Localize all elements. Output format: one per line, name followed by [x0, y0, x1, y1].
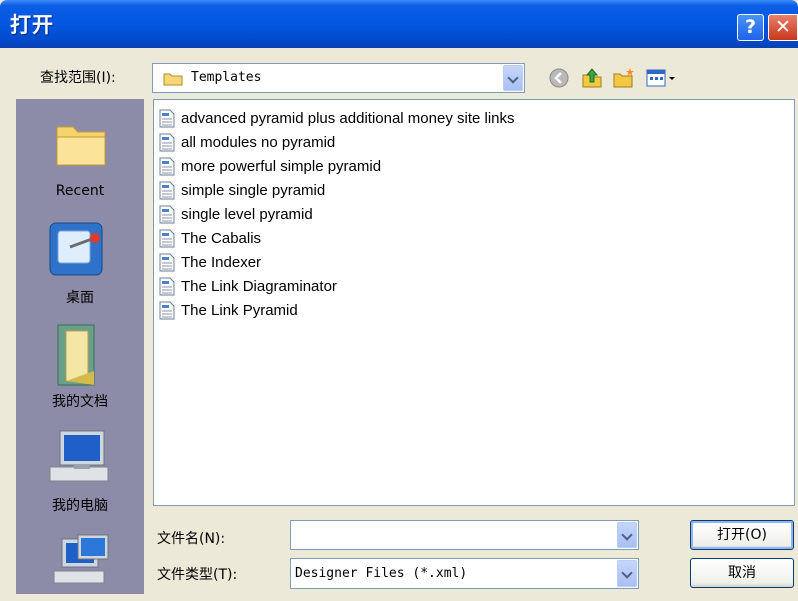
- xml-file-icon: [159, 205, 175, 224]
- up-folder-icon[interactable]: [580, 66, 604, 90]
- help-button[interactable]: ?: [737, 14, 764, 41]
- xml-file-icon: [159, 277, 175, 296]
- chevron-down-icon[interactable]: [617, 522, 637, 548]
- place-recent[interactable]: Recent: [16, 117, 144, 212]
- xml-file-icon: [159, 157, 175, 176]
- file-name: The Link Diagraminator: [181, 278, 337, 295]
- network-icon: [53, 534, 109, 584]
- file-name: The Link Pyramid: [181, 302, 298, 319]
- file-name: simple single pyramid: [181, 182, 326, 199]
- file-list[interactable]: advanced pyramid plus additional money s…: [153, 99, 795, 506]
- file-name: more powerful simple pyramid: [181, 158, 382, 175]
- new-folder-icon[interactable]: [612, 66, 636, 90]
- folder-icon: [56, 126, 106, 166]
- view-menu-icon[interactable]: [645, 66, 677, 90]
- desktop-icon: [49, 222, 103, 276]
- look-in-label: 查找范围(I):: [40, 70, 116, 86]
- xml-file-icon: [159, 181, 175, 200]
- window-title: 打开: [10, 13, 54, 37]
- file-type-value: Designer Files (*.xml): [295, 566, 468, 581]
- chevron-down-icon[interactable]: [617, 560, 637, 587]
- place-network[interactable]: [16, 533, 144, 593]
- file-name-dropdown[interactable]: [290, 520, 639, 550]
- place-label: 桌面: [66, 290, 94, 306]
- file-name: single level pyramid: [181, 206, 313, 223]
- folder-icon: [163, 73, 183, 86]
- xml-file-icon: [159, 301, 175, 320]
- my-computer-icon: [49, 430, 109, 482]
- cancel-button[interactable]: 取消: [690, 558, 794, 588]
- places-bar: Recent 桌面 我的文档 我的电脑: [16, 99, 144, 594]
- title-bar[interactable]: 打开 ? ✕: [0, 0, 798, 48]
- xml-file-icon: [159, 109, 175, 128]
- xml-file-icon: [159, 253, 175, 272]
- file-name: advanced pyramid plus additional money s…: [181, 110, 515, 127]
- xml-file-icon: [159, 133, 175, 152]
- file-name: The Cabalis: [181, 230, 262, 247]
- chevron-down-icon[interactable]: [503, 65, 523, 91]
- open-dialog: 打开 ? ✕ 查找范围(I): Templates Recent 桌面 我的文档…: [0, 0, 798, 601]
- back-icon[interactable]: [547, 66, 571, 90]
- look-in-dropdown[interactable]: Templates: [152, 63, 525, 93]
- file-type-label: 文件类型(T):: [157, 567, 238, 583]
- file-type-dropdown[interactable]: Designer Files (*.xml): [290, 558, 639, 589]
- file-name-label: 文件名(N):: [157, 531, 226, 547]
- file-name-input[interactable]: [295, 525, 599, 547]
- open-button[interactable]: 打开(O): [690, 520, 794, 550]
- my-documents-icon: [57, 324, 95, 386]
- place-label: 我的电脑: [52, 498, 108, 514]
- place-label: Recent: [55, 183, 105, 199]
- xml-file-icon: [159, 229, 175, 248]
- file-name: The Indexer: [181, 254, 262, 271]
- place-desktop[interactable]: 桌面: [16, 219, 144, 314]
- place-label: 我的文档: [52, 394, 108, 410]
- file-name: all modules no pyramid: [181, 134, 336, 151]
- close-button[interactable]: ✕: [768, 14, 798, 41]
- place-my-computer[interactable]: 我的电脑: [16, 427, 144, 522]
- look-in-value: Templates: [191, 70, 262, 85]
- place-my-documents[interactable]: 我的文档: [16, 321, 144, 416]
